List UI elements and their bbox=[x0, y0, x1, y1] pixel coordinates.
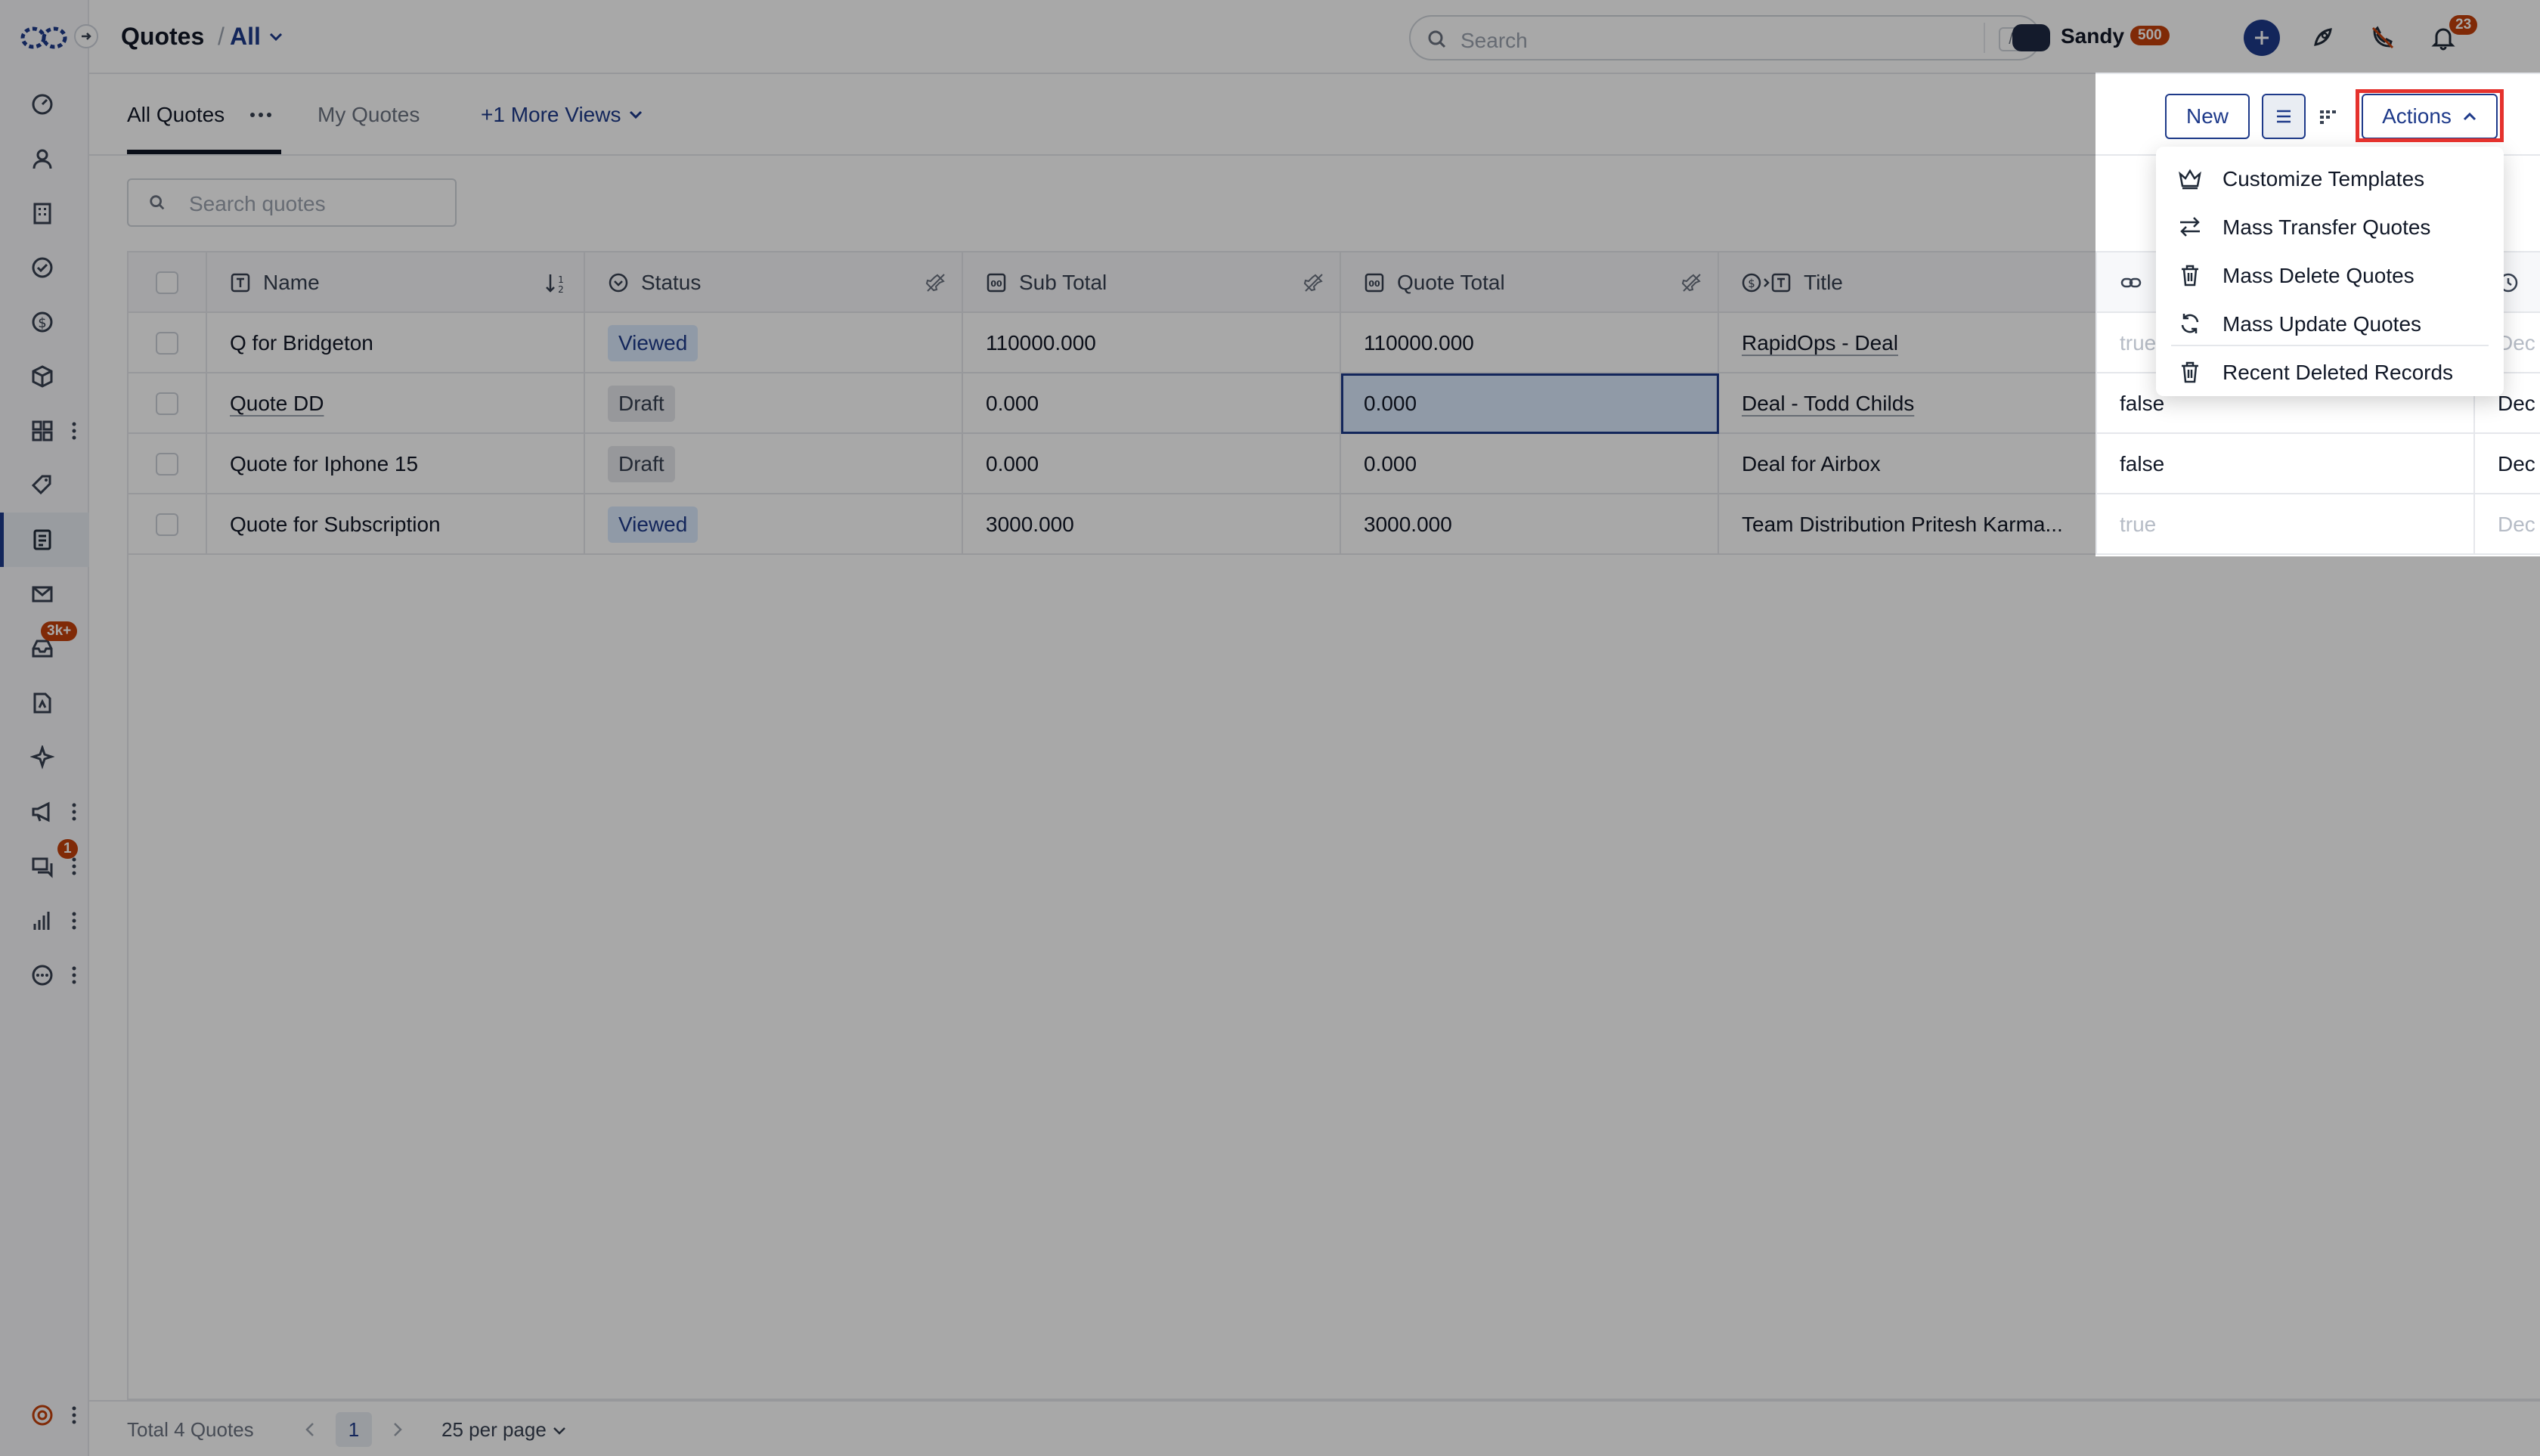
crown-icon bbox=[2179, 169, 2201, 190]
new-quote-button[interactable]: New bbox=[2165, 94, 2250, 139]
cell-date[interactable]: Dec bbox=[2475, 494, 2540, 555]
trash-icon bbox=[2182, 361, 2198, 383]
menu-item-customize-templates[interactable]: Customize Templates bbox=[2156, 154, 2504, 203]
menu-item-label: Recent Deleted Records bbox=[2222, 361, 2454, 384]
list-view-icon bbox=[2277, 110, 2291, 123]
modal-backdrop[interactable] bbox=[2096, 556, 2540, 1456]
actions-menu: Customize Templates Mass Transfer Quotes… bbox=[2156, 147, 2504, 396]
menu-item-label: Mass Delete Quotes bbox=[2222, 264, 2415, 287]
link-icon bbox=[2120, 275, 2142, 290]
trash-icon bbox=[2182, 265, 2198, 287]
list-view-button[interactable] bbox=[2262, 94, 2306, 139]
menu-item-mass-transfer[interactable]: Mass Transfer Quotes bbox=[2156, 203, 2504, 251]
menu-item-label: Mass Update Quotes bbox=[2222, 312, 2422, 336]
menu-divider bbox=[2171, 345, 2489, 346]
app-root: $ 3k+ 1 Quotes / All Search / Sandy 500 … bbox=[0, 0, 2540, 1456]
cell-flag[interactable]: true bbox=[2097, 494, 2475, 555]
cell-flag[interactable]: false bbox=[2097, 434, 2475, 494]
menu-item-mass-delete[interactable]: Mass Delete Quotes bbox=[2156, 251, 2504, 299]
actions-highlight-box bbox=[2356, 89, 2504, 142]
menu-item-mass-update[interactable]: Mass Update Quotes bbox=[2156, 299, 2504, 348]
menu-item-label: Customize Templates bbox=[2222, 167, 2425, 191]
modal-backdrop[interactable] bbox=[2096, 0, 2540, 73]
refresh-icon bbox=[2181, 314, 2199, 333]
modal-backdrop[interactable] bbox=[0, 0, 2096, 1456]
cell-date[interactable]: Dec bbox=[2475, 434, 2540, 494]
menu-item-recent-deleted[interactable]: Recent Deleted Records bbox=[2156, 348, 2504, 396]
transfer-icon bbox=[2180, 217, 2200, 237]
kanban-view-icon bbox=[2320, 110, 2336, 124]
kanban-view-button[interactable] bbox=[2309, 94, 2346, 139]
menu-item-label: Mass Transfer Quotes bbox=[2222, 215, 2431, 239]
